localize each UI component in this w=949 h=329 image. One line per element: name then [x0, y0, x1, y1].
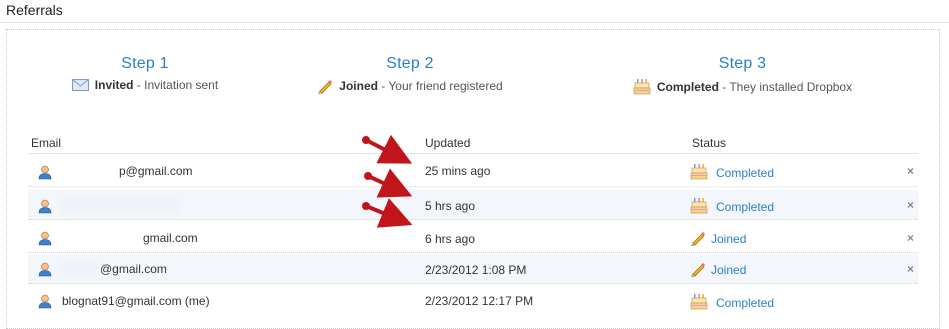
status-link[interactable]: Completed: [716, 200, 774, 214]
status-link[interactable]: Completed: [716, 166, 774, 180]
section-title: Referrals: [6, 2, 63, 18]
redacted-email: [60, 262, 100, 276]
email-cell: gmail.com: [143, 231, 198, 245]
cake-icon: [690, 293, 708, 314]
user-icon: [38, 294, 52, 312]
cake-icon: [690, 163, 708, 184]
step-2-desc: Joined - Your friend registered: [300, 78, 520, 94]
column-header-status: Status: [692, 136, 727, 150]
updated-cell: 5 hrs ago: [425, 199, 476, 213]
updated-cell: 2/23/2012 12:17 PM: [425, 294, 534, 308]
pencil-icon: [690, 261, 706, 280]
step-1-text: - Invitation sent: [133, 78, 219, 92]
updated-cell: 2/23/2012 1:08 PM: [425, 263, 527, 277]
remove-button[interactable]: ×: [907, 231, 914, 245]
step-1: Step 1 Invited - Invitation sent: [60, 55, 230, 92]
email-cell: blognat91@gmail.com (me): [62, 294, 210, 308]
step-2-text: - Your friend registered: [377, 79, 503, 93]
title-divider: [0, 22, 949, 23]
header-divider: [28, 153, 918, 154]
step-3-strong: Completed: [656, 80, 719, 94]
table-row: p@gmail.com 25 mins ago Completed ×: [28, 157, 918, 187]
column-header-email: Email: [31, 136, 62, 150]
cake-icon: [690, 197, 708, 218]
envelope-icon: [71, 79, 89, 91]
user-icon: [38, 199, 52, 217]
step-1-desc: Invited - Invitation sent: [60, 78, 230, 92]
redacted-email: [60, 199, 180, 213]
table-row: @gmail.com 2/23/2012 1:08 PM Joined ×: [28, 254, 918, 284]
step-1-strong: Invited: [94, 78, 134, 92]
step-3: Step 3 Completed - They installed Dropbo…: [620, 55, 865, 96]
user-icon: [38, 231, 52, 249]
updated-cell: 25 mins ago: [425, 164, 491, 178]
table-row: gmail.com 6 hrs ago Joined ×: [28, 223, 918, 253]
step-3-title: Step 3: [718, 55, 767, 72]
table-row: 5 hrs ago Completed ×: [28, 190, 918, 220]
cake-icon: [633, 78, 651, 96]
step-2: Step 2 Joined - Your friend registered: [300, 55, 520, 94]
step-3-text: - They installed Dropbox: [718, 80, 853, 94]
step-2-title: Step 2: [386, 55, 434, 72]
updated-cell: 6 hrs ago: [425, 232, 476, 246]
status-link[interactable]: Joined: [711, 232, 746, 246]
table-row: blognat91@gmail.com (me) 2/23/2012 12:17…: [28, 287, 918, 317]
remove-button[interactable]: ×: [907, 262, 914, 276]
remove-button[interactable]: ×: [907, 198, 914, 212]
email-cell: p@gmail.com: [119, 164, 193, 178]
step-3-desc: Completed - They installed Dropbox: [620, 78, 865, 96]
status-link[interactable]: Joined: [711, 263, 746, 277]
user-icon: [38, 165, 52, 183]
column-header-updated: Updated: [425, 136, 471, 150]
pencil-icon: [317, 78, 333, 94]
email-cell: @gmail.com: [100, 262, 167, 276]
user-icon: [38, 262, 52, 280]
step-1-title: Step 1: [121, 55, 169, 72]
pencil-icon: [690, 230, 706, 249]
remove-button[interactable]: ×: [907, 164, 914, 178]
status-link[interactable]: Completed: [716, 296, 774, 310]
step-2-strong: Joined: [339, 79, 378, 93]
